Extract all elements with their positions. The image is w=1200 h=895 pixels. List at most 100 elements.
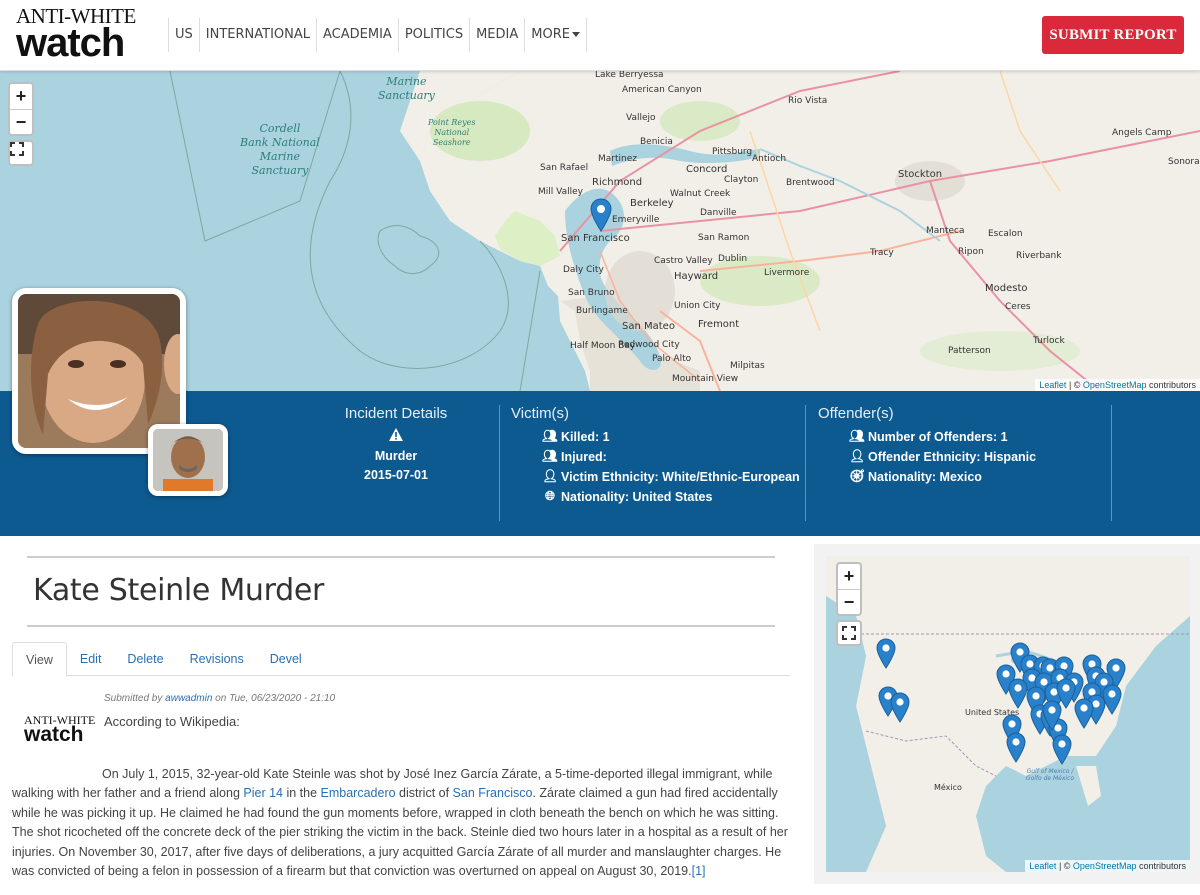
site-header: ANTI-WHITE watch US INTERNATIONAL ACADEM… — [0, 0, 1200, 71]
warning-icon — [340, 428, 452, 446]
leaflet-link[interactable]: Leaflet — [1039, 380, 1066, 390]
main-nav: US INTERNATIONAL ACADEMIA POLITICS MEDIA… — [168, 18, 587, 52]
osm-link[interactable]: OpenStreetMap — [1083, 380, 1147, 390]
divider — [805, 405, 806, 521]
place-label: Milpitas — [730, 361, 765, 371]
tab-revisions[interactable]: Revisions — [177, 642, 257, 676]
users-icon: 👥︎ — [542, 449, 558, 463]
place-label: Ceres — [1005, 302, 1031, 312]
submitted-suffix: on Tue, 06/23/2020 - 21:10 — [212, 693, 336, 704]
victims-injured-text: Injured: — [561, 449, 607, 464]
place-label: Patterson — [948, 346, 991, 356]
fullscreen-button[interactable] — [8, 140, 34, 166]
zoom-in-button[interactable]: + — [838, 564, 860, 589]
divider — [1111, 405, 1112, 521]
osm-link[interactable]: OpenStreetMap — [1073, 861, 1137, 871]
zoom-out-button[interactable]: − — [838, 589, 860, 614]
offender-ethnicity-text: Offender Ethnicity: Hispanic — [868, 449, 1037, 464]
offender-nationality-text: Nationality: Mexico — [868, 469, 982, 484]
title-divider-top — [27, 556, 775, 558]
zoom-in-button[interactable]: + — [10, 84, 32, 109]
place-label: San Bruno — [568, 288, 615, 298]
tab-edit[interactable]: Edit — [67, 642, 115, 676]
offenders-title: Offender(s) — [818, 405, 894, 422]
incidents-overview-map[interactable]: United States México Gulf of Mexico / Go… — [826, 556, 1190, 872]
nav-international[interactable]: INTERNATIONAL — [198, 18, 316, 52]
victims-killed-text: Killed: 1 — [561, 429, 610, 444]
mexico-label: México — [934, 783, 962, 792]
link-embarcadero[interactable]: Embarcadero — [321, 786, 396, 800]
logo-bottom-text: watch — [16, 21, 125, 65]
map-marker-icon — [1042, 700, 1062, 731]
victims-title: Victim(s) — [511, 405, 570, 422]
sanctuary-label: Marine Sanctuary — [378, 75, 435, 102]
victim-ethnicity: 👤︎ Victim Ethnicity: White/Ethnic-Europea… — [541, 469, 801, 484]
place-label: Redwood City — [618, 340, 680, 350]
users-icon: 👥︎ — [849, 429, 865, 443]
offender-ethnicity: 👤︎ Offender Ethnicity: Hispanic — [848, 449, 1108, 464]
nav-more-label: MORE — [531, 27, 570, 42]
place-label: Modesto — [985, 283, 1028, 294]
fullscreen-button[interactable] — [836, 620, 862, 646]
nav-more[interactable]: MORE — [524, 18, 587, 52]
body-text-3: district of — [395, 786, 453, 801]
place-label: Richmond — [592, 177, 643, 188]
map-marker[interactable] — [890, 692, 910, 728]
leaflet-link[interactable]: Leaflet — [1029, 861, 1056, 871]
map-marker[interactable] — [1042, 700, 1062, 736]
map-marker[interactable] — [1006, 732, 1026, 768]
offender-count-text: Number of Offenders: 1 — [868, 429, 1008, 444]
place-label: Riverbank — [1016, 251, 1062, 261]
submit-report-button[interactable]: SUBMIT REPORT — [1042, 16, 1184, 54]
tab-view[interactable]: View — [12, 642, 67, 677]
victims-injured: 👥︎ Injured: — [541, 449, 801, 464]
link-san-francisco[interactable]: San Francisco — [453, 786, 533, 800]
place-label: San Mateo — [622, 321, 675, 332]
place-label: American Canyon — [622, 85, 702, 95]
victim-ethnicity-text: Victim Ethnicity: White/Ethnic-European — [561, 469, 800, 484]
place-label: Burlingame — [576, 306, 628, 316]
body-text-2: in the — [283, 786, 321, 801]
nav-media[interactable]: MEDIA — [469, 18, 524, 52]
place-label: Pittsburg — [712, 147, 753, 157]
map-marker[interactable] — [1074, 698, 1094, 734]
place-label: Livermore — [764, 268, 810, 278]
overview-map-zoom: + − — [836, 562, 862, 616]
reference-link[interactable]: [1] — [692, 864, 706, 878]
map-marker[interactable] — [876, 638, 896, 674]
victims-killed: 👥︎ Killed: 1 — [541, 429, 801, 444]
place-label: Walnut Creek — [670, 189, 731, 199]
tab-devel[interactable]: Devel — [257, 642, 315, 676]
map-marker-icon — [876, 638, 896, 669]
place-label: Manteca — [926, 226, 965, 236]
attribution-separator: | © — [1066, 380, 1083, 390]
zoom-out-button[interactable]: − — [10, 109, 32, 134]
sanctuary-label: Cordell Bank National Marine Sanctuary — [240, 122, 320, 177]
incident-type: Murder — [374, 449, 418, 463]
nav-academia[interactable]: ACADEMIA — [316, 18, 398, 52]
map-marker[interactable] — [1008, 678, 1028, 714]
link-pier-14[interactable]: Pier 14 — [243, 786, 283, 800]
attribution-separator: | © — [1056, 861, 1073, 871]
sanctuary-label: Point Reyes National Seashore — [428, 118, 476, 147]
nav-us[interactable]: US — [168, 18, 199, 52]
place-label: Dublin — [718, 254, 748, 264]
map-marker[interactable] — [1052, 734, 1072, 770]
title-divider-bottom — [27, 625, 775, 627]
users-icon: 👥︎ — [542, 429, 558, 443]
submitted-prefix: Submitted by — [104, 693, 166, 704]
place-label: Lake Berryessa — [595, 71, 664, 80]
tab-delete[interactable]: Delete — [114, 642, 176, 676]
divider — [499, 405, 500, 521]
place-label: San Francisco — [561, 233, 630, 244]
map-marker-icon — [1006, 732, 1026, 763]
attribution-tail: contributors — [1146, 380, 1196, 390]
site-logo[interactable]: ANTI-WHITE watch — [16, 6, 136, 65]
place-label: Escalon — [988, 229, 1023, 239]
globe-icon: 🌐︎ — [544, 489, 555, 503]
author-link[interactable]: awwadmin — [165, 693, 212, 704]
nav-politics[interactable]: POLITICS — [397, 18, 469, 52]
place-label: Martinez — [598, 154, 637, 164]
place-label: Palo Alto — [652, 354, 692, 364]
place-label: Union City — [674, 301, 721, 311]
